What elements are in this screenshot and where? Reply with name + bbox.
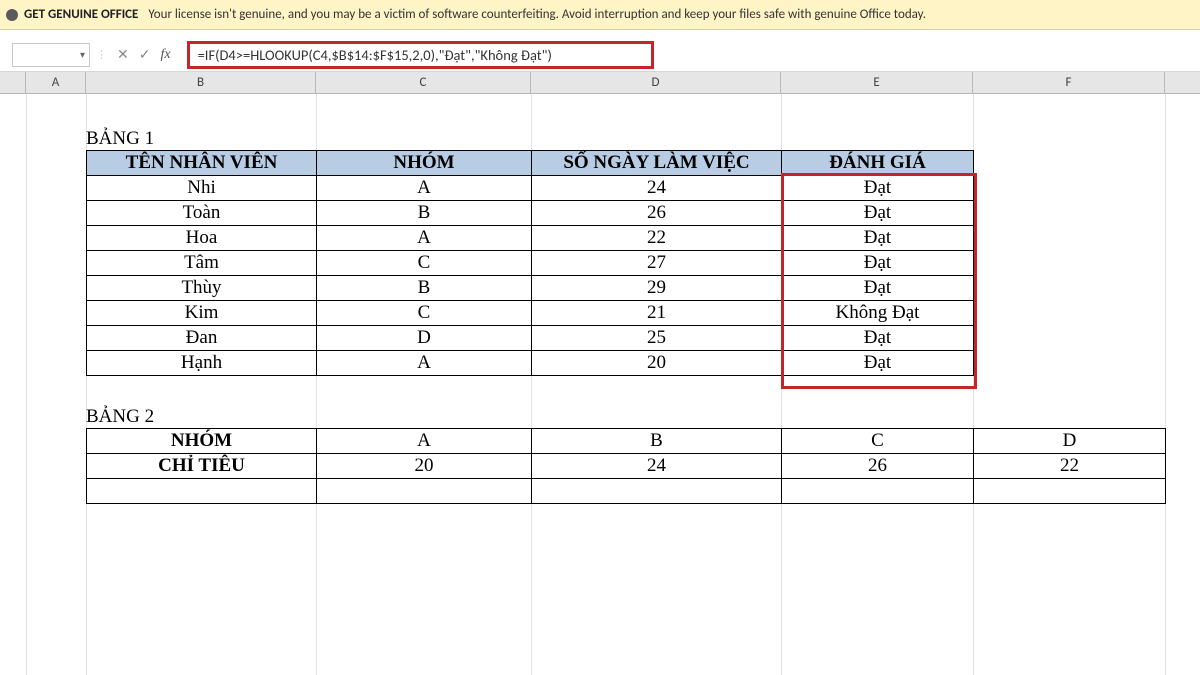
col-header-E[interactable]: E [781, 72, 973, 93]
divider-dots-icon: ⋮ [96, 48, 107, 61]
table-row[interactable]: Nhi A 24 Đạt [87, 176, 974, 201]
cell[interactable]: C [782, 429, 974, 454]
cell-danhgia[interactable]: Đạt [782, 276, 974, 301]
cell-danhgia[interactable]: Đạt [782, 251, 974, 276]
formula-input[interactable]: =IF(D4>=HLOOKUP(C4,$B$14:$F$15,2,0),"Đạt… [198, 46, 552, 64]
table1: TÊN NHÂN VIÊN NHÓM SỐ NGÀY LÀM VIỆC ĐÁNH… [86, 150, 974, 376]
cell-songay[interactable]: 29 [532, 276, 782, 301]
cell-ten[interactable]: Nhi [87, 176, 317, 201]
table2-row1-label[interactable]: NHÓM [87, 429, 317, 454]
cell-nhom[interactable]: D [317, 326, 532, 351]
cell[interactable] [317, 479, 532, 504]
formula-bar-buttons: ✕ ✓ fx [117, 46, 171, 63]
cell[interactable]: 24 [532, 454, 782, 479]
cell-danhgia[interactable]: Đạt [782, 351, 974, 376]
cell-danhgia[interactable]: Đạt [782, 326, 974, 351]
table1-header-ten: TÊN NHÂN VIÊN [87, 151, 317, 176]
col-header-B[interactable]: B [86, 72, 316, 93]
table-row[interactable]: Kim C 21 Không Đạt [87, 301, 974, 326]
cell-ten[interactable]: Hạnh [87, 351, 317, 376]
cell-ten[interactable]: Tâm [87, 251, 317, 276]
cell[interactable]: 26 [782, 454, 974, 479]
col-header-F[interactable]: F [973, 72, 1165, 93]
table-row[interactable]: Thùy B 29 Đạt [87, 276, 974, 301]
cell-nhom[interactable]: C [317, 251, 532, 276]
cell-nhom[interactable]: A [317, 351, 532, 376]
cell-songay[interactable]: 27 [532, 251, 782, 276]
col-header-C[interactable]: C [316, 72, 531, 93]
table2-row2-label[interactable]: CHỈ TIÊU [87, 454, 317, 479]
table-row[interactable] [87, 479, 1166, 504]
table-row[interactable]: Toàn B 26 Đạt [87, 201, 974, 226]
table-row[interactable]: CHỈ TIÊU 20 24 26 22 [87, 454, 1166, 479]
cell-songay[interactable]: 21 [532, 301, 782, 326]
cell-songay[interactable]: 20 [532, 351, 782, 376]
cell-ten[interactable]: Thùy [87, 276, 317, 301]
cell-nhom[interactable]: C [317, 301, 532, 326]
table1-title: BẢNG 1 [86, 128, 1166, 150]
name-box[interactable]: ▾ [12, 43, 90, 67]
formula-highlight-box: =IF(D4>=HLOOKUP(C4,$B$14:$F$15,2,0),"Đạt… [187, 41, 654, 69]
license-banner: GET GENUINE OFFICE Your license isn't ge… [0, 0, 1200, 30]
cell[interactable] [974, 479, 1166, 504]
cell[interactable]: B [532, 429, 782, 454]
cell-ten[interactable]: Kim [87, 301, 317, 326]
table2-title: BẢNG 2 [86, 406, 1166, 428]
enter-icon[interactable]: ✓ [139, 46, 151, 63]
table-row[interactable]: Đan D 25 Đạt [87, 326, 974, 351]
cell[interactable]: A [317, 429, 532, 454]
cell[interactable] [532, 479, 782, 504]
cell-nhom[interactable]: B [317, 201, 532, 226]
cell-songay[interactable]: 24 [532, 176, 782, 201]
cell-danhgia[interactable]: Đạt [782, 226, 974, 251]
cell[interactable]: 22 [974, 454, 1166, 479]
cell-danhgia[interactable]: Đạt [782, 176, 974, 201]
column-headers: A B C D E F [0, 72, 1200, 94]
cell[interactable]: D [974, 429, 1166, 454]
cancel-icon[interactable]: ✕ [117, 46, 129, 63]
select-all-corner[interactable] [0, 72, 26, 93]
cell-danhgia[interactable]: Đạt [782, 201, 974, 226]
cell[interactable] [782, 479, 974, 504]
cell-nhom[interactable]: A [317, 226, 532, 251]
cell-ten[interactable]: Đan [87, 326, 317, 351]
table-row[interactable]: Hoa A 22 Đạt [87, 226, 974, 251]
cell-songay[interactable]: 25 [532, 326, 782, 351]
cell-nhom[interactable]: A [317, 176, 532, 201]
cell-ten[interactable]: Hoa [87, 226, 317, 251]
table-row[interactable]: Hạnh A 20 Đạt [87, 351, 974, 376]
cell-danhgia[interactable]: Không Đạt [782, 301, 974, 326]
cell-nhom[interactable]: B [317, 276, 532, 301]
cell[interactable] [87, 479, 317, 504]
fx-icon[interactable]: fx [160, 47, 170, 63]
formula-bar-row: ▾ ⋮ ✕ ✓ fx =IF(D4>=HLOOKUP(C4,$B$14:$F$1… [0, 38, 1200, 72]
table1-header-nhom: NHÓM [317, 151, 532, 176]
sheet-content: BẢNG 1 TÊN NHÂN VIÊN NHÓM SỐ NGÀY LÀM VI… [86, 128, 1166, 504]
table-row[interactable]: NHÓM A B C D [87, 429, 1166, 454]
table1-header-songay: SỐ NGÀY LÀM VIỆC [532, 151, 782, 176]
cell-songay[interactable]: 26 [532, 201, 782, 226]
cell-ten[interactable]: Toàn [87, 201, 317, 226]
cell[interactable]: 20 [317, 454, 532, 479]
table-row[interactable]: Tâm C 27 Đạt [87, 251, 974, 276]
col-header-D[interactable]: D [531, 72, 781, 93]
banner-message: Your license isn't genuine, and you may … [148, 7, 926, 22]
cell-songay[interactable]: 22 [532, 226, 782, 251]
spreadsheet-grid[interactable]: BẢNG 1 TÊN NHÂN VIÊN NHÓM SỐ NGÀY LÀM VI… [0, 94, 1200, 675]
table1-header-danhgia: ĐÁNH GIÁ [782, 151, 974, 176]
col-header-A[interactable]: A [26, 72, 86, 93]
table2: NHÓM A B C D CHỈ TIÊU 20 24 26 22 [86, 428, 1166, 504]
chevron-down-icon: ▾ [80, 48, 85, 61]
banner-dot-icon [6, 9, 18, 21]
banner-title: GET GENUINE OFFICE [24, 7, 138, 22]
